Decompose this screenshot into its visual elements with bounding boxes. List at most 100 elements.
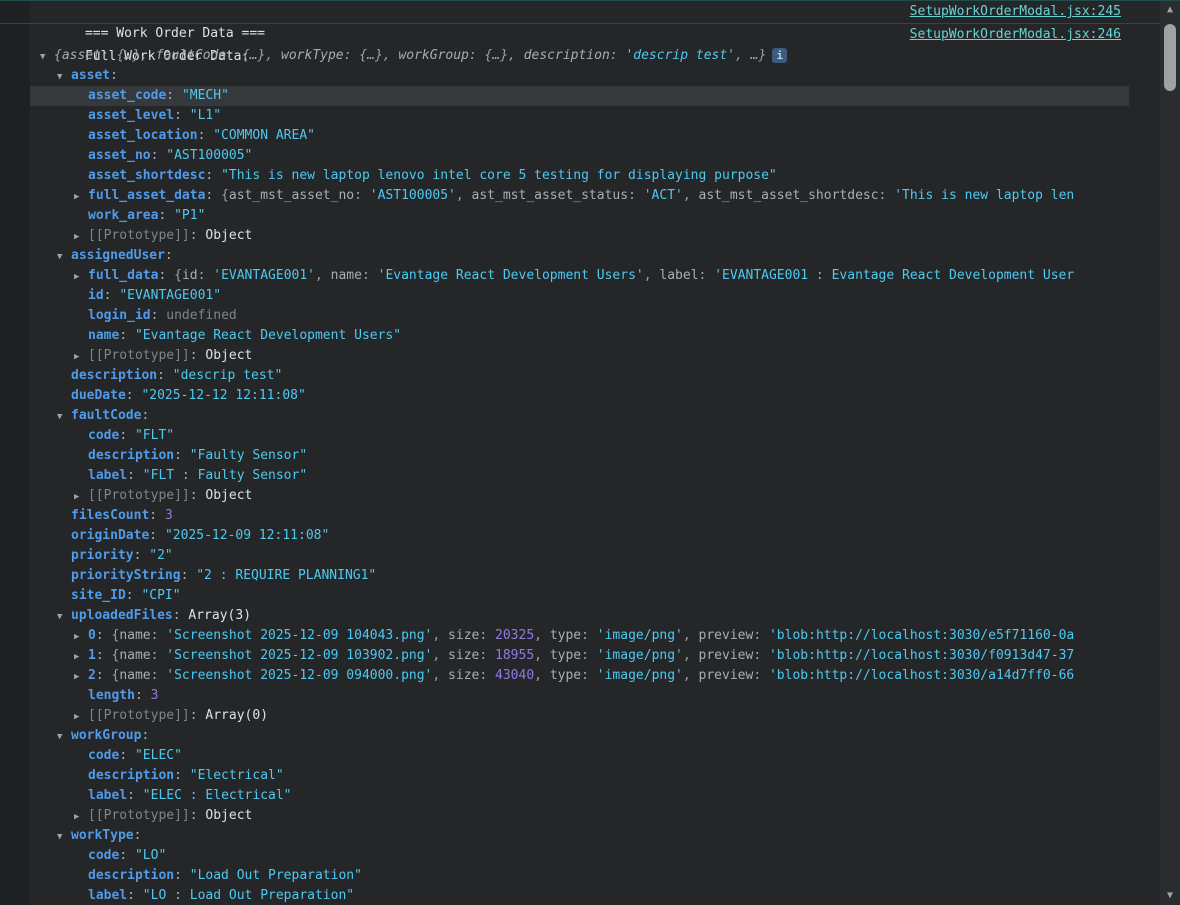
punctuation: :	[190, 488, 206, 503]
preview-punctuation: ,	[644, 268, 660, 283]
tree-row-asset[interactable]: ▼asset:	[30, 66, 1129, 86]
tree-row-uploadedFiles[interactable]: ▼uploadedFiles: Array(3)	[30, 606, 1129, 626]
disclosure-triangle-collapsed[interactable]: ▶	[74, 707, 88, 726]
punctuation: :	[174, 868, 190, 883]
tree-row-workGroup-prototype[interactable]: ▶[[Prototype]]: Object	[30, 806, 1129, 826]
preview-punctuation: ,	[683, 628, 699, 643]
preview-punctuation: ,	[735, 48, 751, 63]
tree-row-filesCount: filesCount: 3	[30, 506, 1129, 526]
tree-row-asset-prototype[interactable]: ▶[[Prototype]]: Object	[30, 226, 1129, 246]
disclosure-triangle-expanded[interactable]: ▼	[57, 727, 71, 746]
value-number: 3	[151, 688, 159, 703]
tree-row-uploadedFiles-2[interactable]: ▶2: {name: 'Screenshot 2025-12-09 094000…	[30, 666, 1129, 686]
disclosure-triangle-collapsed[interactable]: ▶	[74, 647, 88, 666]
tree-row-faultCode-label: label: "FLT : Faulty Sensor"	[30, 466, 1129, 486]
value-string: 'image/png'	[597, 648, 683, 663]
value-number: 3	[165, 508, 173, 523]
value-string: 'EVANTAGE001 : Evantage React Developmen…	[714, 268, 1074, 283]
tree-row-workType[interactable]: ▼workType:	[30, 826, 1129, 846]
tree-row-full_asset_data[interactable]: ▶full_asset_data: {ast_mst_asset_no: 'AS…	[30, 186, 1129, 206]
value-string: "2"	[149, 548, 172, 563]
tree-row-workType-label: label: "LO : Load Out Preparation"	[30, 886, 1129, 905]
tree-row-description: description: "descrip test"	[30, 366, 1129, 386]
value-string: "MECH"	[182, 88, 229, 103]
tree-row-uploadedFiles-1[interactable]: ▶1: {name: 'Screenshot 2025-12-09 103902…	[30, 646, 1129, 666]
disclosure-triangle-collapsed[interactable]: ▶	[74, 627, 88, 646]
object-key: length	[88, 688, 135, 703]
object-key: work_area	[88, 208, 158, 223]
value-object: Object	[205, 808, 252, 823]
object-key: site_ID	[71, 588, 126, 603]
tree-row-workGroup-description: description: "Electrical"	[30, 766, 1129, 786]
tree-row-uploadedFiles-prototype[interactable]: ▶[[Prototype]]: Array(0)	[30, 706, 1129, 726]
scroll-up-icon[interactable]: ▲	[1160, 4, 1180, 16]
value-number: 20325	[495, 628, 534, 643]
punctuation: :	[119, 428, 135, 443]
value-object: Object	[205, 228, 252, 243]
disclosure-triangle-collapsed[interactable]: ▶	[74, 267, 88, 286]
preview-key: description	[524, 48, 610, 63]
disclosure-triangle-expanded[interactable]: ▼	[40, 47, 54, 66]
punctuation: :	[151, 148, 167, 163]
tree-row-faultCode-prototype[interactable]: ▶[[Prototype]]: Object	[30, 486, 1129, 506]
disclosure-triangle-expanded[interactable]: ▼	[57, 247, 71, 266]
disclosure-triangle-expanded[interactable]: ▼	[57, 607, 71, 626]
punctuation: :	[158, 268, 174, 283]
value-string: "2025-12-09 12:11:08"	[165, 528, 329, 543]
scrollbar-thumb[interactable]	[1164, 24, 1176, 91]
tree-row-object-preview[interactable]: ▼{asset: {…}, faultCode: {…}, workType: …	[30, 46, 1129, 66]
tree-row-originDate: originDate: "2025-12-09 12:11:08"	[30, 526, 1129, 546]
source-link[interactable]: SetupWorkOrderModal.jsx:245	[910, 1, 1121, 23]
disclosure-triangle-collapsed[interactable]: ▶	[74, 347, 88, 366]
punctuation: :	[190, 228, 206, 243]
tree-row-assignedUser-prototype[interactable]: ▶[[Prototype]]: Object	[30, 346, 1129, 366]
punctuation: :	[127, 888, 143, 903]
value-object: Array(0)	[205, 708, 268, 723]
disclosure-triangle-expanded[interactable]: ▼	[57, 407, 71, 426]
value-number: 43040	[495, 668, 534, 683]
value-string: "LO"	[135, 848, 166, 863]
tree-row-uploadedFiles-0[interactable]: ▶0: {name: 'Screenshot 2025-12-09 104043…	[30, 626, 1129, 646]
value-string: 'This is new laptop len	[894, 188, 1074, 203]
tree-row-workType-code: code: "LO"	[30, 846, 1129, 866]
punctuation: :	[181, 568, 197, 583]
disclosure-triangle-expanded[interactable]: ▼	[57, 827, 71, 846]
tree-row-faultCode[interactable]: ▼faultCode:	[30, 406, 1129, 426]
info-icon[interactable]: i	[772, 48, 787, 63]
punctuation: :	[96, 628, 112, 643]
disclosure-triangle-collapsed[interactable]: ▶	[74, 487, 88, 506]
punctuation: :	[151, 308, 167, 323]
tree-row-dueDate: dueDate: "2025-12-12 12:11:08"	[30, 386, 1129, 406]
punctuation: :	[126, 388, 142, 403]
tree-row-workGroup[interactable]: ▼workGroup:	[30, 726, 1129, 746]
preview-key: ast_mst_asset_status	[472, 188, 629, 203]
disclosure-triangle-collapsed[interactable]: ▶	[74, 807, 88, 826]
object-key: full_asset_data	[88, 188, 205, 203]
disclosure-triangle-collapsed[interactable]: ▶	[74, 227, 88, 246]
preview-punctuation: ,	[140, 48, 156, 63]
object-key: asset_level	[88, 108, 174, 123]
object-key: asset_location	[88, 128, 198, 143]
tree-row-asset_level: asset_level: "L1"	[30, 106, 1129, 126]
value-string: "ELEC : Electrical"	[143, 788, 292, 803]
object-key: 2	[88, 668, 96, 683]
scrollbar[interactable]: ▲ ▼	[1160, 1, 1180, 905]
punctuation: :	[190, 348, 206, 363]
tree-row-site_ID: site_ID: "CPI"	[30, 586, 1129, 606]
scroll-down-icon[interactable]: ▼	[1160, 890, 1180, 902]
object-key: label	[88, 788, 127, 803]
disclosure-triangle-expanded[interactable]: ▼	[57, 67, 71, 86]
disclosure-triangle-collapsed[interactable]: ▶	[74, 187, 88, 206]
preview-key: preview	[699, 668, 754, 683]
tree-row-workGroup-label: label: "ELEC : Electrical"	[30, 786, 1129, 806]
disclosure-triangle-collapsed[interactable]: ▶	[74, 667, 88, 686]
preview-punctuation: :	[151, 668, 167, 683]
console-messages: === Work Order Data === SetupWorkOrderMo…	[30, 1, 1129, 905]
tree-row-assignedUser[interactable]: ▼assignedUser:	[30, 246, 1129, 266]
tree-row-full_data[interactable]: ▶full_data: {id: 'EVANTAGE001', name: 'E…	[30, 266, 1129, 286]
preview-punctuation: :	[198, 268, 214, 283]
source-link[interactable]: SetupWorkOrderModal.jsx:246	[910, 24, 1121, 46]
punctuation: :	[96, 668, 112, 683]
value-string: "FLT : Faulty Sensor"	[143, 468, 307, 483]
preview-punctuation: :	[469, 48, 485, 63]
